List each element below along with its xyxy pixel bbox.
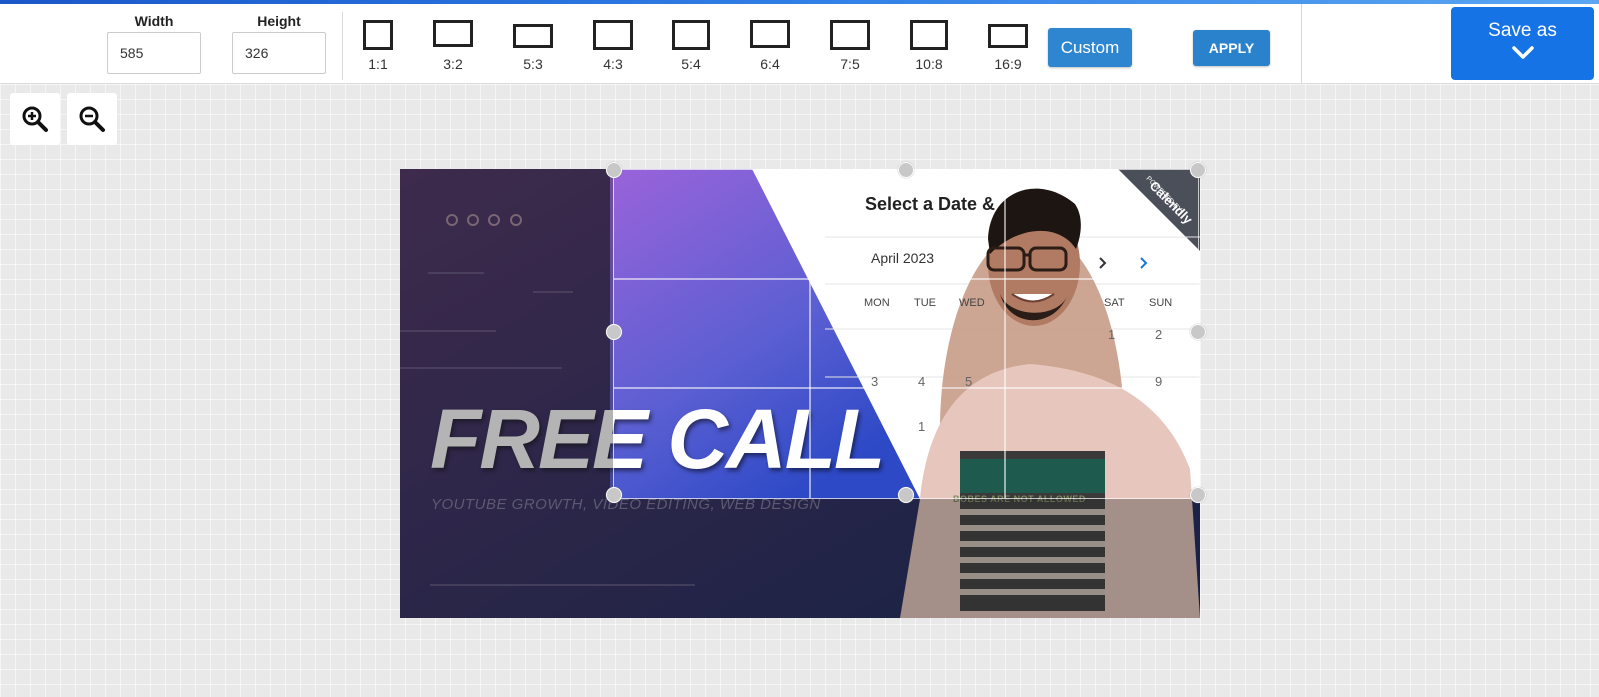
ratio-label: 7:5 (840, 56, 860, 72)
apply-button[interactable]: APPLY (1193, 30, 1270, 66)
ratio-label: 1:1 (368, 56, 388, 72)
toolbar-divider (342, 12, 343, 80)
crop-handle-top[interactable] (898, 162, 914, 178)
ratio-shape-icon (910, 20, 948, 50)
ratio-shape-icon (363, 20, 393, 50)
crop-handle-top-right[interactable] (1190, 162, 1206, 178)
ratio-7-5-button[interactable]: 7:5 (829, 20, 871, 72)
crop-grid-line (809, 170, 811, 498)
crop-grid-line (614, 278, 1198, 280)
save-as-button[interactable]: Save as (1451, 7, 1594, 80)
ratio-3-2-button[interactable]: 3:2 (432, 20, 474, 72)
crop-handle-bottom[interactable] (898, 487, 914, 503)
height-input[interactable] (232, 32, 326, 74)
height-group: Height (232, 12, 326, 74)
ratio-16-9-button[interactable]: 16:9 (987, 20, 1029, 72)
ratio-shape-icon (830, 20, 870, 50)
ratio-label: 5:3 (523, 56, 543, 72)
ratio-shape-icon (593, 20, 633, 50)
ratio-shape-icon (433, 20, 473, 47)
save-as-label: Save as (1488, 20, 1557, 41)
ratio-6-4-button[interactable]: 6:4 (749, 20, 791, 72)
ratio-shape-icon (672, 20, 710, 50)
width-input[interactable] (107, 32, 201, 74)
ratio-shape-icon (750, 20, 790, 48)
crop-handle-bottom-left[interactable] (606, 487, 622, 503)
crop-toolbar: Width Height 1:1 3:2 5:3 4:3 5:4 6:4 7:5… (0, 4, 1302, 84)
ratio-label: 16:9 (994, 56, 1022, 72)
chevron-down-icon (1511, 46, 1534, 59)
ratio-label: 5:4 (681, 56, 701, 72)
crop-grid-line (614, 387, 1198, 389)
image-canvas[interactable]: FREE CALL YOUTUBE GROWTH, VIDEO EDITING,… (400, 169, 1200, 618)
ratio-label: 6:4 (760, 56, 780, 72)
zoom-out-icon (79, 106, 105, 132)
ratio-1-1-button[interactable]: 1:1 (362, 20, 394, 72)
crop-box[interactable] (613, 169, 1199, 499)
width-group: Width (107, 12, 201, 74)
ratio-shape-icon (988, 24, 1028, 48)
ratio-4-3-button[interactable]: 4:3 (592, 20, 634, 72)
ratio-10-8-button[interactable]: 10:8 (909, 20, 949, 72)
crop-handle-bottom-right[interactable] (1190, 487, 1206, 503)
crop-handle-left[interactable] (606, 324, 622, 340)
crop-grid-line (1004, 170, 1006, 498)
zoom-in-button[interactable] (10, 93, 60, 145)
ratio-5-4-button[interactable]: 5:4 (671, 20, 711, 72)
ratio-label: 10:8 (915, 56, 943, 72)
crop-mask-left (400, 169, 613, 618)
height-label: Height (257, 13, 301, 29)
zoom-in-icon (22, 106, 48, 132)
ratio-shape-icon (513, 24, 553, 48)
crop-handle-top-left[interactable] (606, 162, 622, 178)
crop-mask-bottom (613, 499, 1200, 618)
width-label: Width (134, 13, 174, 29)
crop-handle-right[interactable] (1190, 324, 1206, 340)
ratio-5-3-button[interactable]: 5:3 (512, 20, 554, 72)
ratio-label: 4:3 (603, 56, 623, 72)
ratio-label: 3:2 (443, 56, 463, 72)
zoom-out-button[interactable] (67, 93, 117, 145)
custom-ratio-button[interactable]: Custom (1048, 28, 1132, 67)
